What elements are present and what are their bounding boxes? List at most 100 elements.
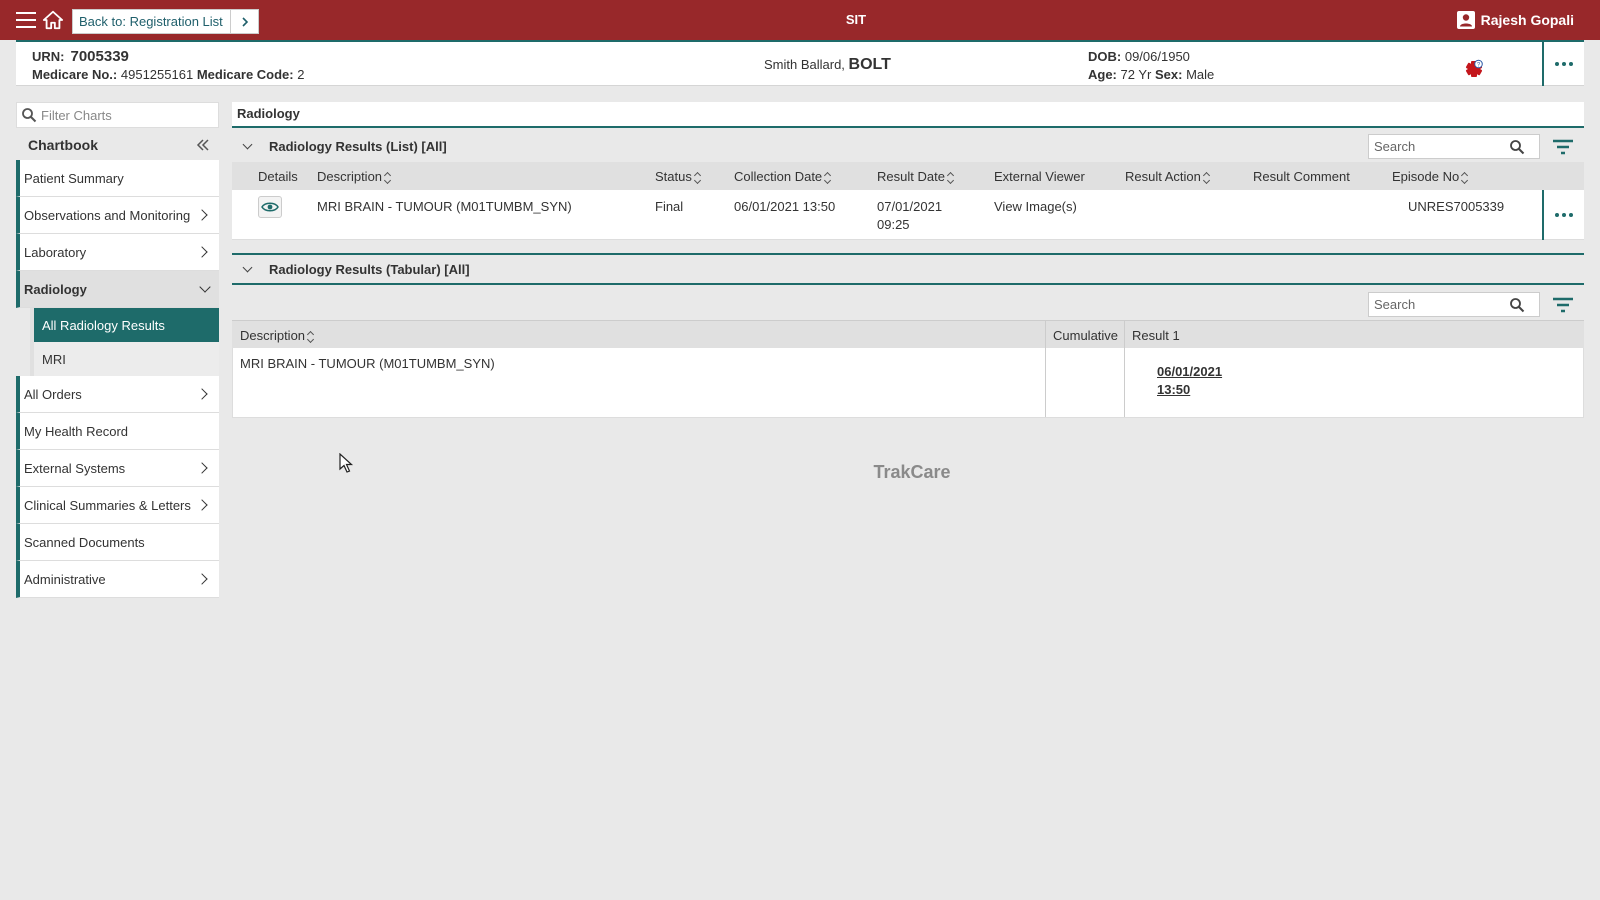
urn-label: URN: bbox=[32, 49, 65, 64]
medicare-code-label: Medicare Code: bbox=[196, 67, 294, 82]
sidebar-item-all-orders[interactable]: All Orders bbox=[16, 376, 219, 413]
table-row: MRI BRAIN - TUMOUR (M01TUMBM_SYN) 06/01/… bbox=[232, 348, 1584, 418]
patient-given-names: Smith Ballard, bbox=[764, 57, 845, 72]
dob-label: DOB: bbox=[1088, 49, 1122, 64]
sidebar-item-laboratory[interactable]: Laboratory bbox=[16, 234, 219, 271]
patient-name: Smith Ballard, BOLT bbox=[764, 56, 891, 74]
column-divider bbox=[1124, 321, 1125, 348]
urn-value: 7005339 bbox=[70, 48, 129, 65]
sidebar-item-label: Patient Summary bbox=[24, 170, 124, 186]
col-episode-no[interactable]: Episode No bbox=[1392, 169, 1469, 184]
column-divider bbox=[1045, 348, 1046, 417]
view-images-link[interactable]: View Image(s) bbox=[994, 198, 1077, 216]
sex-value: Male bbox=[1186, 67, 1215, 82]
sort-icon bbox=[307, 331, 315, 343]
tabular-section-title: Radiology Results (Tabular) [All] bbox=[269, 261, 470, 277]
sidebar-item-patient-summary[interactable]: Patient Summary bbox=[16, 160, 219, 197]
sort-icon bbox=[947, 172, 955, 184]
tab-row-description: MRI BRAIN - TUMOUR (M01TUMBM_SYN) bbox=[240, 356, 495, 371]
sidebar-item-my-health-record[interactable]: My Health Record bbox=[16, 413, 219, 450]
sort-icon bbox=[1461, 172, 1469, 184]
table-row: MRI BRAIN - TUMOUR (M01TUMBM_SYN) Final … bbox=[232, 190, 1584, 240]
chartbook-sidebar: Chartbook Patient Summary Observations a… bbox=[16, 102, 219, 598]
trakcare-brand: TrakCare bbox=[873, 462, 951, 482]
sidebar-item-label: Clinical Summaries & Letters bbox=[24, 497, 191, 513]
chevron-down-icon[interactable] bbox=[242, 262, 253, 272]
filter-icon[interactable] bbox=[1552, 296, 1574, 314]
col-tab-description[interactable]: Description bbox=[240, 328, 315, 343]
medical-alert-icon[interactable]: ? bbox=[1463, 58, 1485, 80]
filter-charts-input[interactable] bbox=[41, 107, 211, 123]
tabular-search-input[interactable] bbox=[1369, 297, 1509, 312]
tabular-search bbox=[1368, 292, 1540, 317]
collapse-double-chevron-icon[interactable] bbox=[195, 138, 211, 152]
patient-banner: URN: 7005339 Medicare No.: 4951255161 Med… bbox=[16, 40, 1584, 86]
sidebar-subitem-label: All Radiology Results bbox=[42, 317, 165, 333]
row-collection-date: 06/01/2021 13:50 bbox=[734, 199, 836, 214]
sex-label: Sex: bbox=[1154, 67, 1183, 82]
sort-icon bbox=[384, 172, 392, 184]
view-details-button[interactable] bbox=[258, 196, 282, 218]
col-result-comment: Result Comment bbox=[1253, 169, 1350, 184]
age-value: 72 Yr bbox=[1120, 67, 1152, 82]
mouse-cursor-icon bbox=[339, 453, 354, 473]
eye-icon bbox=[261, 202, 279, 212]
col-collection-date[interactable]: Collection Date bbox=[734, 169, 832, 184]
table-header: Details Description Status Collection Da… bbox=[232, 162, 1584, 190]
more-icon bbox=[1555, 62, 1573, 66]
sidebar-item-observations[interactable]: Observations and Monitoring bbox=[16, 197, 219, 234]
medicare-code-value: 2 bbox=[297, 67, 305, 82]
result-date-link[interactable]: 06/01/2021 13:50 bbox=[1157, 363, 1222, 399]
col-cumulative: Cumulative bbox=[1053, 328, 1119, 343]
sidebar-subitem-mri[interactable]: MRI bbox=[30, 342, 219, 376]
user-icon bbox=[1456, 11, 1475, 29]
age-label: Age: bbox=[1088, 67, 1117, 82]
patient-demographics: DOB: 09/06/1950 Age: 72 Yr Sex: Male bbox=[1088, 48, 1214, 84]
col-external-viewer: External Viewer bbox=[994, 169, 1085, 184]
row-status: Final bbox=[655, 199, 684, 214]
patient-ids: URN: 7005339 Medicare No.: 4951255161 Med… bbox=[32, 48, 304, 84]
tabular-section-header: Radiology Results (Tabular) [All] bbox=[232, 255, 1584, 285]
chevron-right-icon bbox=[196, 209, 208, 221]
top-bar: Back to: Registration List SIT Rajesh Go… bbox=[0, 0, 1600, 40]
search-icon[interactable] bbox=[1509, 139, 1525, 155]
radiology-tabular-table: Description Cumulative Result 1 MRI BRAI… bbox=[232, 320, 1584, 418]
list-search bbox=[1368, 134, 1540, 159]
sort-icon bbox=[824, 172, 832, 184]
more-icon bbox=[1555, 213, 1573, 217]
filter-icon[interactable] bbox=[1552, 138, 1574, 156]
banner-more-button[interactable] bbox=[1542, 42, 1584, 86]
chevron-right-icon bbox=[196, 573, 208, 585]
sidebar-item-clinical-summaries[interactable]: Clinical Summaries & Letters bbox=[16, 487, 219, 524]
chartbook-header: Chartbook bbox=[16, 130, 219, 160]
filter-charts bbox=[16, 102, 219, 128]
sidebar-item-administrative[interactable]: Administrative bbox=[16, 561, 219, 598]
list-search-input[interactable] bbox=[1369, 139, 1509, 154]
sort-icon bbox=[694, 172, 702, 184]
medicare-no-value: 4951255161 bbox=[120, 67, 194, 82]
col-description[interactable]: Description bbox=[317, 169, 392, 184]
col-status[interactable]: Status bbox=[655, 169, 702, 184]
sidebar-item-label: Observations and Monitoring bbox=[24, 207, 191, 223]
user-menu[interactable]: Rajesh Gopali bbox=[1456, 11, 1574, 29]
page-title: Radiology bbox=[232, 102, 1584, 128]
sidebar-item-scanned-documents[interactable]: Scanned Documents bbox=[16, 524, 219, 561]
sidebar-item-label: Laboratory bbox=[24, 244, 87, 260]
radiology-list-table: Details Description Status Collection Da… bbox=[232, 162, 1584, 240]
search-icon[interactable] bbox=[1509, 297, 1525, 313]
sidebar-subitem-all-radiology-results[interactable]: All Radiology Results bbox=[30, 308, 219, 342]
chevron-down-icon[interactable] bbox=[242, 139, 253, 149]
dob-value: 09/06/1950 bbox=[1124, 49, 1190, 64]
sidebar-item-label: Scanned Documents bbox=[24, 534, 145, 550]
environment-label: SIT bbox=[845, 12, 867, 27]
chevron-right-icon bbox=[196, 499, 208, 511]
search-icon bbox=[22, 108, 37, 123]
sidebar-item-radiology[interactable]: Radiology bbox=[16, 271, 219, 308]
row-episode-no: UNRES7005339 bbox=[1408, 199, 1505, 214]
row-more-button[interactable] bbox=[1542, 190, 1584, 240]
user-name: Rajesh Gopali bbox=[1480, 12, 1574, 28]
chartbook-title: Chartbook bbox=[28, 137, 98, 153]
sidebar-item-label: Radiology bbox=[24, 281, 87, 297]
col-result-action[interactable]: Result Action bbox=[1125, 169, 1211, 184]
col-result-date[interactable]: Result Date bbox=[877, 169, 955, 184]
